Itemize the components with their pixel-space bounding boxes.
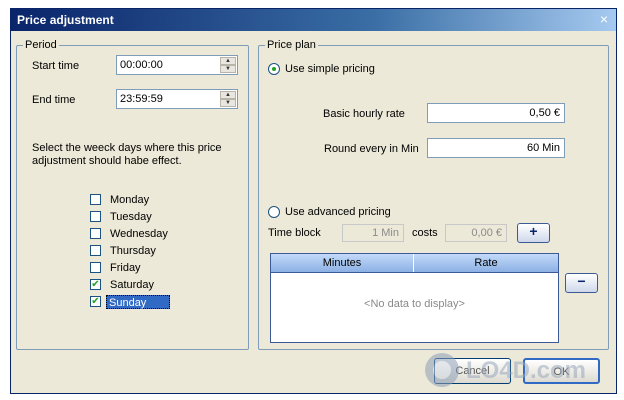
day-label: Friday (110, 262, 141, 274)
end-time-up-icon[interactable]: ▲ (220, 91, 236, 99)
costs-label: costs (412, 227, 438, 239)
price-adjustment-dialog: Price adjustment × Period Start time 00:… (10, 8, 617, 394)
day-checkbox[interactable]: ✔ (90, 279, 101, 290)
round-label: Round every in Min (324, 143, 419, 155)
day-checkbox[interactable] (90, 262, 101, 273)
day-tuesday[interactable]: Tuesday (88, 209, 173, 225)
period-legend: Period (23, 39, 59, 51)
day-checkbox[interactable] (90, 245, 101, 256)
close-icon[interactable]: × (596, 12, 612, 27)
dialog-title: Price adjustment (17, 13, 114, 27)
watermark-text: LO4D.com (466, 357, 586, 384)
end-time-value: 23:59:59 (120, 93, 163, 105)
day-checkbox[interactable] (90, 211, 101, 222)
round-input[interactable]: 60 Min (427, 138, 565, 158)
day-label: Wednesday (110, 228, 168, 240)
rate-table-header: Minutes Rate (271, 254, 558, 273)
price-plan-legend: Price plan (265, 39, 318, 51)
lo4d-watermark: LO4D.com (425, 353, 586, 387)
weekday-note: Select the weeck days where this price a… (32, 142, 222, 167)
radio-dot (272, 67, 276, 71)
column-header-minutes[interactable]: Minutes (271, 254, 414, 272)
start-time-input[interactable]: 00:00:00 ▲ ▼ (116, 55, 238, 75)
day-checkbox[interactable] (90, 194, 101, 205)
day-wednesday[interactable]: Wednesday (88, 226, 173, 242)
day-checkbox[interactable] (90, 228, 101, 239)
start-time-label: Start time (32, 60, 80, 72)
costs-input[interactable]: 0,00 € (445, 224, 507, 242)
start-time-up-icon[interactable]: ▲ (220, 57, 236, 65)
end-time-label: End time (32, 94, 76, 106)
time-block-input[interactable]: 1 Min (342, 224, 404, 242)
empty-table-message: <No data to display> (364, 298, 465, 310)
title-bar[interactable]: Price adjustment × (11, 9, 616, 31)
day-label: Thursday (110, 245, 156, 257)
day-saturday[interactable]: ✔ Saturday (88, 277, 173, 293)
end-time-input[interactable]: 23:59:59 ▲ ▼ (116, 89, 238, 109)
day-label: Saturday (110, 279, 155, 291)
start-time-value: 00:00:00 (120, 59, 163, 71)
day-label: Sunday (106, 295, 170, 309)
day-sunday[interactable]: ✔ Sunday (88, 294, 173, 310)
start-time-down-icon[interactable]: ▼ (220, 65, 236, 73)
time-block-label: Time block (268, 227, 321, 239)
column-header-rate[interactable]: Rate (414, 254, 558, 272)
basic-rate-input[interactable]: 0,50 € (427, 103, 565, 123)
advanced-pricing-label[interactable]: Use advanced pricing (285, 206, 391, 218)
simple-pricing-radio[interactable] (268, 63, 280, 75)
rate-table[interactable]: Minutes Rate <No data to display> (270, 253, 559, 343)
remove-rate-button[interactable]: − (565, 273, 598, 293)
day-monday[interactable]: Monday (88, 192, 173, 208)
end-time-down-icon[interactable]: ▼ (220, 99, 236, 107)
add-rate-button[interactable]: + (517, 223, 550, 243)
day-label: Monday (110, 194, 150, 206)
day-thursday[interactable]: Thursday (88, 243, 173, 259)
day-checkbox[interactable]: ✔ (90, 296, 101, 307)
day-friday[interactable]: Friday (88, 260, 173, 276)
day-label: Tuesday (110, 211, 152, 223)
advanced-pricing-radio[interactable] (268, 206, 280, 218)
basic-rate-label: Basic hourly rate (323, 108, 405, 120)
simple-pricing-label[interactable]: Use simple pricing (285, 63, 375, 75)
